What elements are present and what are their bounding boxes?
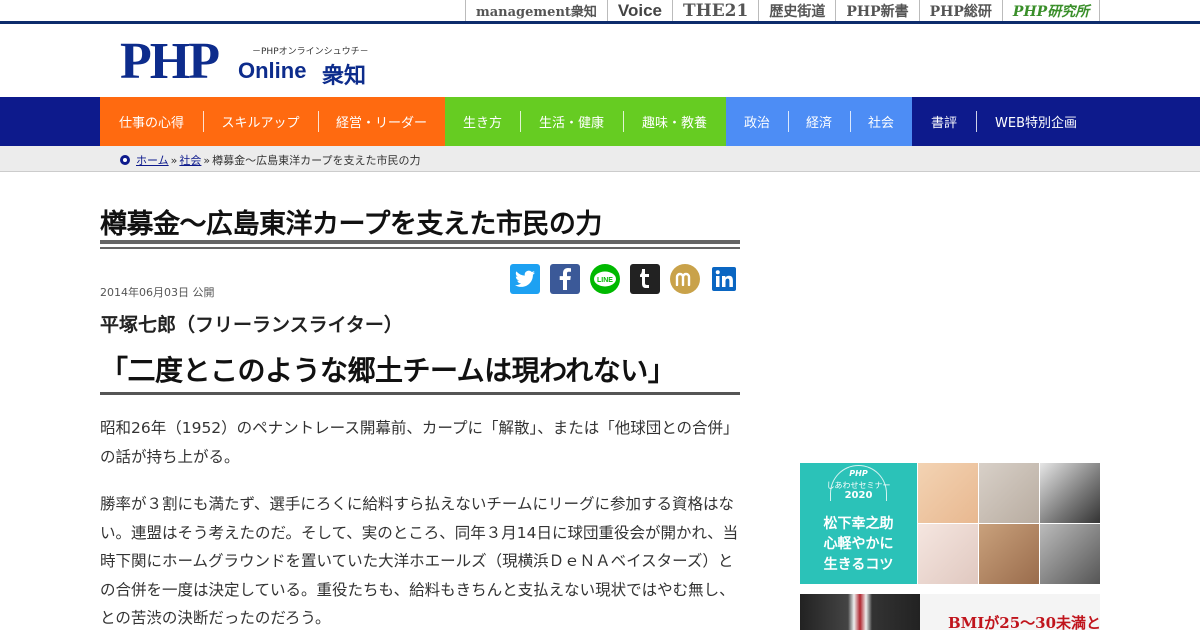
health-banner-ad[interactable]: BMIが25～30未満と: [800, 594, 1100, 630]
reading-photo: [979, 524, 1039, 584]
nav-item-web-special[interactable]: WEB特別企画: [976, 97, 1096, 146]
brand-link-php-institute[interactable]: PHP研究所: [1001, 0, 1101, 21]
brand-link-voice[interactable]: Voice: [606, 0, 672, 21]
publish-date: 2014年06月03日 公開: [100, 286, 215, 299]
line-icon[interactable]: LINE: [590, 264, 620, 294]
nav-item-ikikata[interactable]: 生き方: [445, 97, 520, 146]
twitter-icon[interactable]: [510, 264, 540, 294]
nav-item-seikatsu-kenko[interactable]: 生活・健康: [520, 97, 623, 146]
logo-php-text: PHP: [120, 33, 220, 90]
health-ad-headline: BMIが25～30未満と: [948, 614, 1100, 630]
svg-text:LINE: LINE: [597, 277, 613, 284]
title-divider: [100, 240, 740, 249]
breadcrumb-category-link[interactable]: 社会: [179, 152, 201, 168]
brand-links: management衆知 Voice THE21 歴史街道 PHP新書 PHP総…: [465, 0, 1101, 21]
breadcrumb-current: 樽募金～広島東洋カープを支えた市民の力: [212, 154, 421, 167]
logo-shuchi-text: 衆知: [322, 63, 367, 89]
nav-item-shumi-kyoyo[interactable]: 趣味・教養: [623, 97, 726, 146]
breadcrumb-bar: ホーム » 社会 » 樽募金～広島東洋カープを支えた市民の力: [0, 146, 1200, 172]
brand-link-management[interactable]: management衆知: [465, 0, 607, 21]
breadcrumb-separator: »: [170, 153, 178, 167]
seminar-headline-1: 松下幸之助: [823, 516, 894, 532]
seminar-headline-2: 心軽やかに: [823, 536, 894, 552]
family-photo: [918, 463, 978, 523]
facebook-icon[interactable]: [550, 264, 580, 294]
nav-group-special: 書評 WEB特別企画: [912, 97, 1096, 146]
nav-item-shohyo[interactable]: 書評: [912, 97, 976, 146]
brand-link-rekishi-kaido[interactable]: 歴史街道: [758, 0, 835, 21]
site-logo[interactable]: PHP －PHPオンラインシュウチ－ Online 衆知: [120, 33, 380, 90]
seminar-year: 2020: [844, 490, 873, 501]
article-subtitle: 「二度とこのような郷土チームは現われない」: [100, 354, 676, 387]
brand-link-php-shinsho[interactable]: PHP新書: [835, 0, 918, 21]
mixi-icon[interactable]: [670, 264, 700, 294]
suit-image: [800, 594, 920, 630]
portrait-photo: [1040, 524, 1100, 584]
couple-photo: [979, 463, 1039, 523]
seminar-photo-grid: [918, 463, 1100, 584]
linkedin-icon[interactable]: [710, 264, 740, 294]
tumblr-icon[interactable]: [630, 264, 660, 294]
subtitle-divider: [100, 392, 740, 395]
breadcrumb-home-link[interactable]: ホーム: [136, 152, 169, 168]
top-brand-bar: management衆知 Voice THE21 歴史街道 PHP新書 PHP総…: [0, 0, 1200, 24]
share-buttons: LINE: [510, 264, 740, 294]
logo-online-text: Online: [238, 58, 307, 83]
nav-item-keiei-leader[interactable]: 経営・リーダー: [318, 97, 445, 146]
brand-link-the21[interactable]: THE21: [672, 0, 758, 21]
nav-item-shakai[interactable]: 社会: [850, 97, 912, 146]
article-author: 平塚七郎（フリーランスライター）: [100, 314, 403, 336]
nav-group-work: 仕事の心得 スキルアップ 経営・リーダー: [100, 97, 445, 146]
nav-item-seiji[interactable]: 政治: [726, 97, 788, 146]
baby-photo: [918, 524, 978, 584]
seminar-banner-text-panel: PHP しあわせセミナー 2020 松下幸之助 心軽やかに 生きるコツ: [800, 463, 917, 584]
breadcrumb-separator: »: [203, 153, 211, 167]
breadcrumb: ホーム » 社会 » 樽募金～広島東洋カープを支えた市民の力: [120, 152, 420, 168]
seminar-banner-ad[interactable]: PHP しあわせセミナー 2020 松下幸之助 心軽やかに 生きるコツ: [800, 463, 1100, 584]
nav-group-society: 政治 経済 社会: [726, 97, 912, 146]
article-title: 樽募金～広島東洋カープを支えた市民の力: [100, 209, 602, 240]
seminar-headline-3: 生きるコツ: [823, 557, 894, 573]
article-paragraph: 昭和26年（1952）のペナントレース開幕前、カープに「解散」、または「他球団と…: [100, 419, 739, 466]
breadcrumb-bullet-icon: [120, 155, 130, 165]
nav-group-life: 生き方 生活・健康 趣味・教養: [445, 97, 726, 146]
seminar-brand: PHP: [849, 469, 868, 478]
brand-link-php-soken[interactable]: PHP総研: [918, 0, 1002, 21]
businessman-photo: [1040, 463, 1100, 523]
main-nav: 仕事の心得 スキルアップ 経営・リーダー 生き方 生活・健康 趣味・教養 政治 …: [0, 97, 1200, 146]
nav-item-shigoto[interactable]: 仕事の心得: [100, 97, 203, 146]
logo-kana-text: －PHPオンラインシュウチ－: [252, 47, 369, 57]
article-paragraph: 勝率が３割にも満たず、選手にろくに給料すら払えないチームにリーグに参加する資格は…: [100, 495, 739, 627]
nav-item-keizai[interactable]: 経済: [788, 97, 850, 146]
nav-item-skill-up[interactable]: スキルアップ: [203, 97, 318, 146]
